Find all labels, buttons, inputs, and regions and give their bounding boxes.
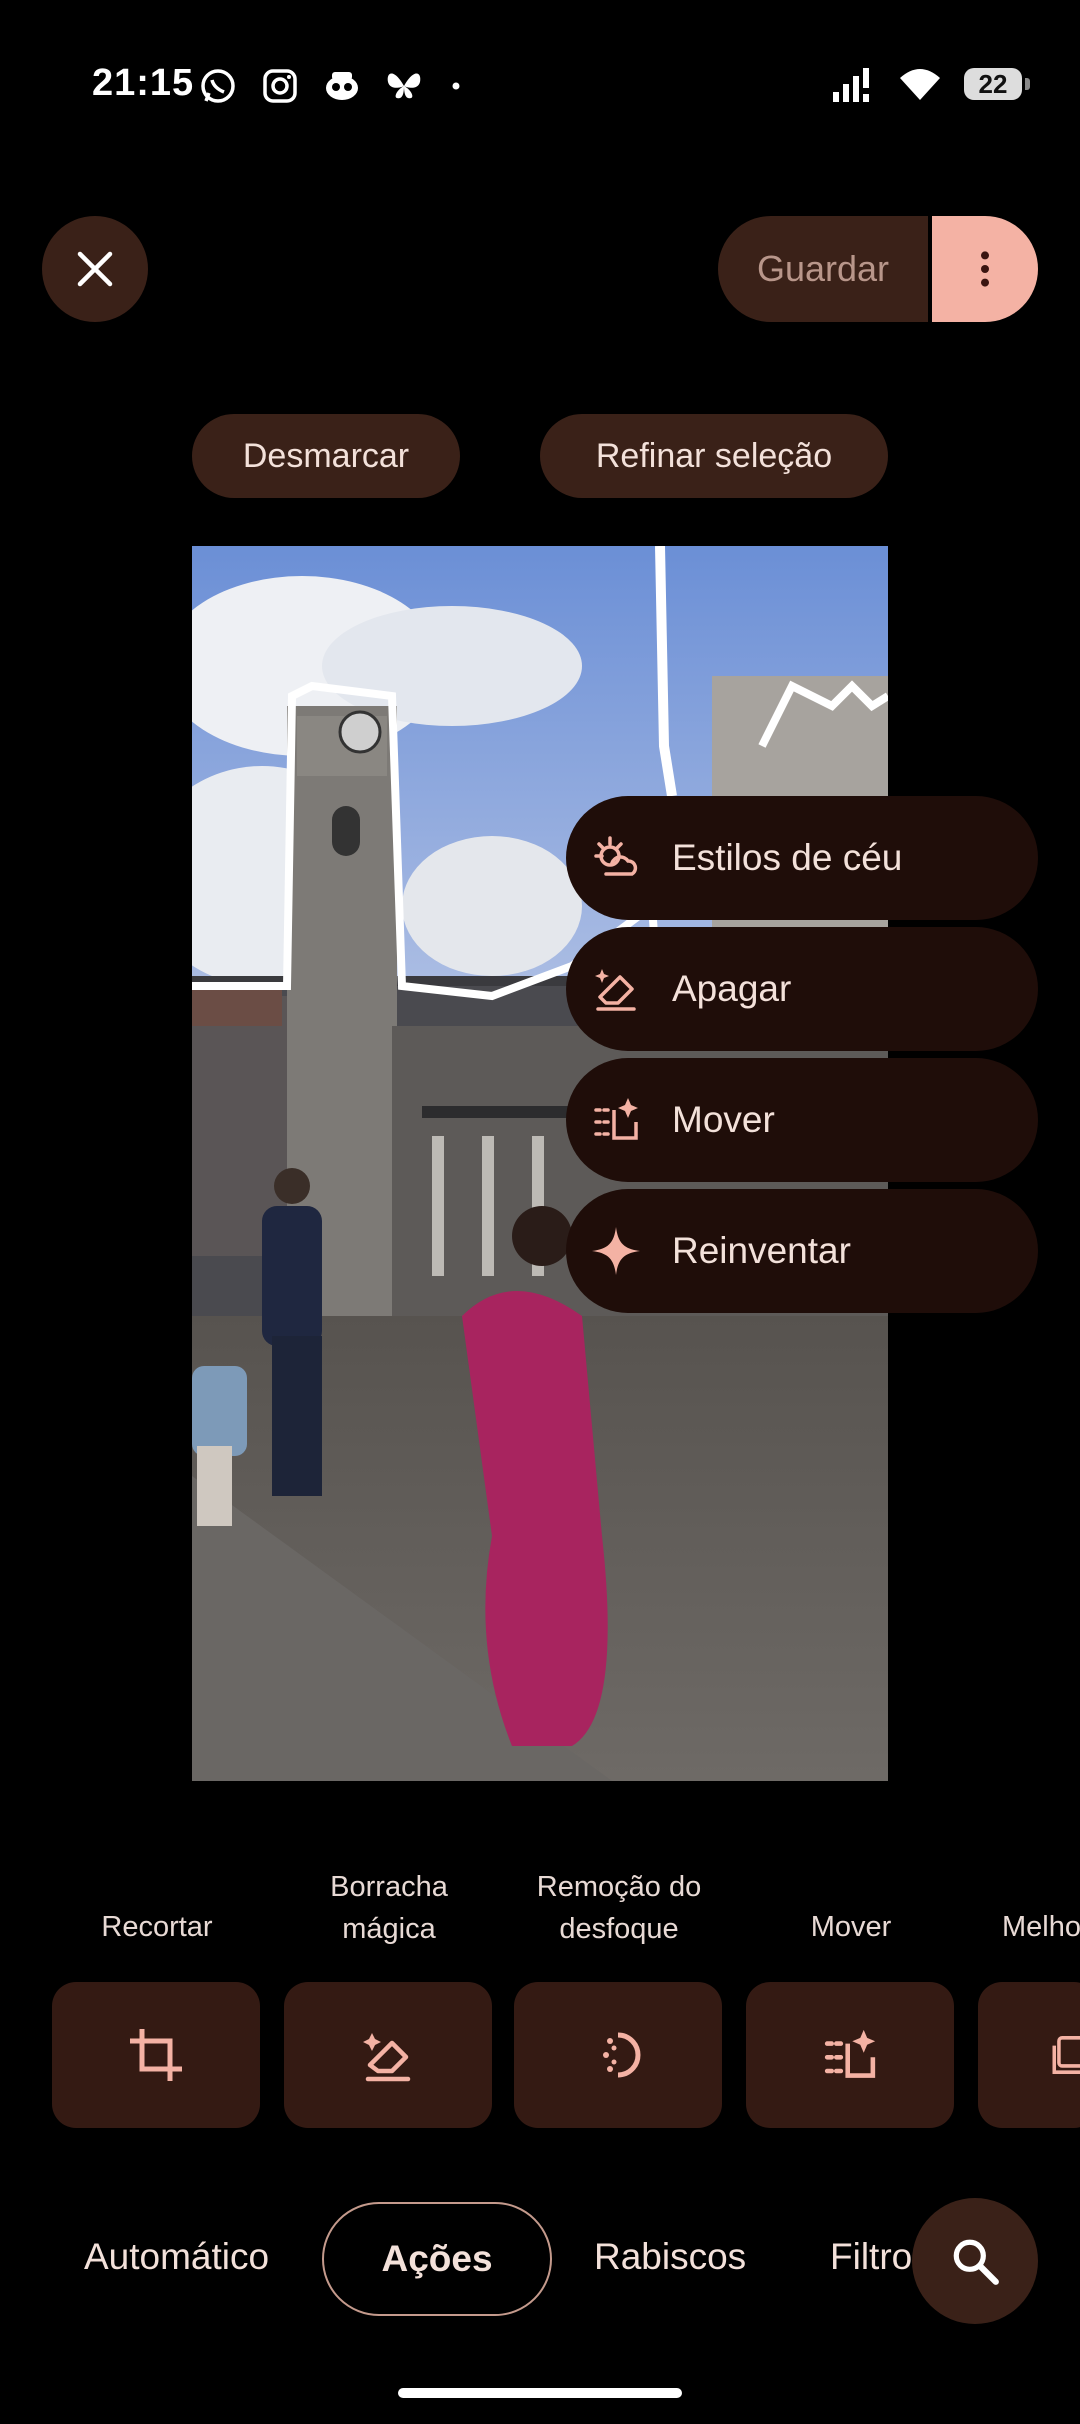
menu-item-reimagine[interactable]: Reinventar [566,1189,1038,1313]
menu-item-label: Mover [672,1099,775,1140]
app-icon [326,72,358,100]
magic-eraser-tool-button[interactable] [284,1982,492,2128]
menu-item-erase[interactable]: Apagar [566,927,1038,1051]
tool-label-move: Mover [810,1911,892,1943]
menu-item-label: Apagar [672,968,792,1009]
move-icon [594,1098,638,1140]
crop-icon [130,2029,182,2081]
sparkle-icon [592,1227,640,1275]
enhance-icon [1052,2036,1080,2074]
status-right: 22 [830,64,1030,104]
more-options-button[interactable] [932,216,1038,322]
menu-item-sky-styles[interactable]: Estilos de céu [566,796,1038,920]
notification-icons [198,66,466,106]
unblur-tool-button[interactable] [514,1982,722,2128]
enhance-tool-button[interactable] [978,1982,1080,2128]
status-time: 21:15 [92,62,195,104]
search-icon [953,2239,999,2285]
tab-actions[interactable]: Ações [322,2202,552,2316]
magic-eraser-icon [363,2033,411,2082]
refine-selection-button[interactable]: Refinar seleção [540,414,888,498]
close-icon [77,251,113,287]
menu-item-label: Reinventar [672,1230,851,1271]
tool-label-unblur: Remoção do desfoque [536,1871,702,1945]
menu-item-label: Estilos de céu [672,837,903,878]
tool-label-crop: Recortar [101,1911,213,1943]
move-icon [824,2029,876,2078]
tab-filters[interactable]: Filtro [830,2236,912,2278]
wifi-icon [900,69,940,100]
save-button[interactable]: Guardar [718,216,928,322]
signal-icon [833,68,869,102]
sky-styles-icon [594,836,638,876]
instagram-icon [263,69,297,103]
tool-label-enhance: Melho [1002,1911,1080,1943]
tool-label-magic-eraser: Borracha mágica [330,1871,448,1945]
tab-markup[interactable]: Rabiscos [594,2236,746,2278]
butterfly-icon [387,73,421,99]
more-vert-icon [981,251,989,287]
crop-tool-button[interactable] [52,1982,260,2128]
move-tool-button[interactable] [746,1982,954,2128]
deselect-button[interactable]: Desmarcar [192,414,460,498]
battery-indicator: 22 [964,68,1030,100]
erase-icon [595,969,636,1011]
menu-item-move[interactable]: Mover [566,1058,1038,1182]
unblur-icon [603,2032,641,2078]
tab-auto[interactable]: Automático [84,2236,269,2278]
search-button[interactable] [912,2198,1038,2324]
whatsapp-icon [201,69,235,103]
dot-icon [452,82,460,90]
close-button[interactable] [42,216,148,322]
home-indicator[interactable] [398,2388,682,2398]
